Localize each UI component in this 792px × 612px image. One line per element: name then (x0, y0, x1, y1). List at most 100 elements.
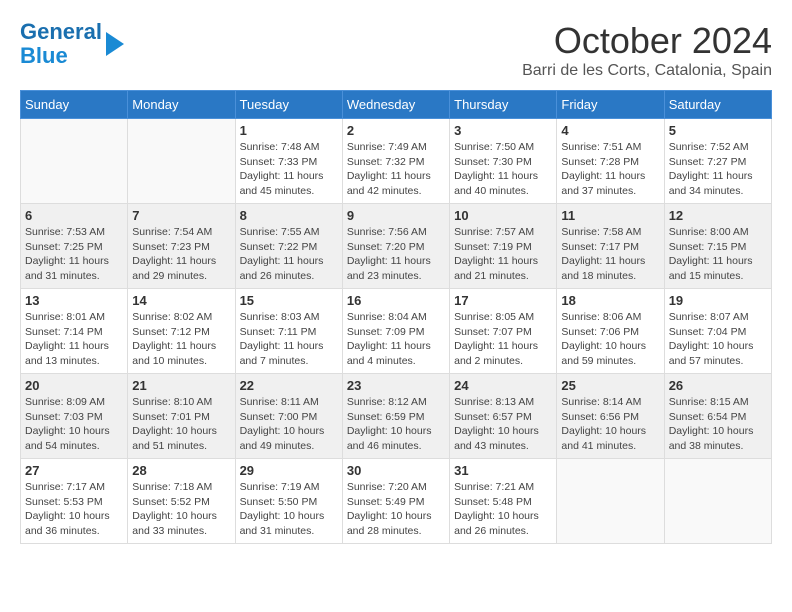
day-detail: Sunrise: 8:03 AMSunset: 7:11 PMDaylight:… (240, 310, 338, 369)
day-detail: Sunrise: 7:51 AMSunset: 7:28 PMDaylight:… (561, 140, 659, 199)
table-row: 13 Sunrise: 8:01 AMSunset: 7:14 PMDayligh… (21, 289, 128, 374)
table-row: 10 Sunrise: 7:57 AMSunset: 7:19 PMDayligh… (450, 204, 557, 289)
day-detail: Sunrise: 8:09 AMSunset: 7:03 PMDaylight:… (25, 395, 123, 454)
header-thursday: Thursday (450, 91, 557, 119)
calendar-week-row: 27Sunrise: 7:17 AMSunset: 5:53 PMDayligh… (21, 459, 772, 544)
table-row: 6Sunrise: 7:53 AMSunset: 7:25 PMDaylight… (21, 204, 128, 289)
header-monday: Monday (128, 91, 235, 119)
day-detail: Sunrise: 7:49 AMSunset: 7:32 PMDaylight:… (347, 140, 445, 199)
table-row (557, 459, 664, 544)
day-number: 29 (240, 463, 338, 478)
day-detail: Sunrise: 8:02 AMSunset: 7:12 PMDaylight:… (132, 310, 230, 369)
day-number: 30 (347, 463, 445, 478)
table-row: 30 Sunrise: 7:20 AMSunset: 5:49 PMDayligh… (342, 459, 449, 544)
day-detail: Sunrise: 8:13 AMSunset: 6:57 PMDaylight:… (454, 395, 552, 454)
day-number: 10 (454, 208, 552, 223)
day-number: 1 (240, 123, 338, 138)
header-tuesday: Tuesday (235, 91, 342, 119)
day-number: 25 (561, 378, 659, 393)
day-detail: Sunrise: 7:20 AMSunset: 5:49 PMDaylight:… (347, 480, 445, 539)
location-label: Barri de les Corts, Catalonia, Spain (522, 62, 772, 80)
calendar-week-row: 13 Sunrise: 8:01 AMSunset: 7:14 PMDayligh… (21, 289, 772, 374)
day-number: 28 (132, 463, 230, 478)
table-row: 14 Sunrise: 8:02 AMSunset: 7:12 PMDayligh… (128, 289, 235, 374)
table-row: 5 Sunrise: 7:52 AMSunset: 7:27 PMDaylight… (664, 119, 771, 204)
day-number: 14 (132, 293, 230, 308)
table-row: 21 Sunrise: 8:10 AMSunset: 7:01 PMDayligh… (128, 374, 235, 459)
table-row: 16 Sunrise: 8:04 AMSunset: 7:09 PMDayligh… (342, 289, 449, 374)
day-detail: Sunrise: 7:58 AMSunset: 7:17 PMDaylight:… (561, 225, 659, 284)
day-detail: Sunrise: 8:06 AMSunset: 7:06 PMDaylight:… (561, 310, 659, 369)
day-number: 16 (347, 293, 445, 308)
day-detail: Sunrise: 7:19 AMSunset: 5:50 PMDaylight:… (240, 480, 338, 539)
day-number: 12 (669, 208, 767, 223)
table-row: 25 Sunrise: 8:14 AMSunset: 6:56 PMDayligh… (557, 374, 664, 459)
day-detail: Sunrise: 7:57 AMSunset: 7:19 PMDaylight:… (454, 225, 552, 284)
table-row (664, 459, 771, 544)
table-row: 17 Sunrise: 8:05 AMSunset: 7:07 PMDayligh… (450, 289, 557, 374)
day-detail: Sunrise: 7:55 AMSunset: 7:22 PMDaylight:… (240, 225, 338, 284)
day-detail: Sunrise: 8:12 AMSunset: 6:59 PMDaylight:… (347, 395, 445, 454)
table-row: 27Sunrise: 7:17 AMSunset: 5:53 PMDayligh… (21, 459, 128, 544)
day-number: 2 (347, 123, 445, 138)
table-row: 7Sunrise: 7:54 AMSunset: 7:23 PMDaylight… (128, 204, 235, 289)
table-row: 29 Sunrise: 7:19 AMSunset: 5:50 PMDayligh… (235, 459, 342, 544)
table-row: 19Sunrise: 8:07 AMSunset: 7:04 PMDayligh… (664, 289, 771, 374)
day-detail: Sunrise: 8:11 AMSunset: 7:00 PMDaylight:… (240, 395, 338, 454)
title-block: October 2024 Barri de les Corts, Catalon… (522, 20, 772, 80)
day-number: 24 (454, 378, 552, 393)
day-detail: Sunrise: 8:15 AMSunset: 6:54 PMDaylight:… (669, 395, 767, 454)
day-detail: Sunrise: 7:52 AMSunset: 7:27 PMDaylight:… (669, 140, 767, 199)
day-number: 13 (25, 293, 123, 308)
table-row: 15Sunrise: 8:03 AMSunset: 7:11 PMDayligh… (235, 289, 342, 374)
table-row: 11 Sunrise: 7:58 AMSunset: 7:17 PMDayligh… (557, 204, 664, 289)
page-header: GeneralBlue October 2024 Barri de les Co… (20, 20, 772, 80)
table-row: 3Sunrise: 7:50 AMSunset: 7:30 PMDaylight… (450, 119, 557, 204)
day-number: 21 (132, 378, 230, 393)
logo-text: GeneralBlue (20, 20, 102, 68)
table-row: 23 Sunrise: 8:12 AMSunset: 6:59 PMDayligh… (342, 374, 449, 459)
day-number: 11 (561, 208, 659, 223)
day-number: 17 (454, 293, 552, 308)
day-number: 5 (669, 123, 767, 138)
header-wednesday: Wednesday (342, 91, 449, 119)
day-detail: Sunrise: 7:56 AMSunset: 7:20 PMDaylight:… (347, 225, 445, 284)
day-number: 26 (669, 378, 767, 393)
day-number: 20 (25, 378, 123, 393)
logo: GeneralBlue (20, 20, 124, 68)
table-row: 22 Sunrise: 8:11 AMSunset: 7:00 PMDayligh… (235, 374, 342, 459)
header-row: Sunday Monday Tuesday Wednesday Thursday… (21, 91, 772, 119)
calendar-week-row: 20 Sunrise: 8:09 AMSunset: 7:03 PMDayligh… (21, 374, 772, 459)
day-number: 8 (240, 208, 338, 223)
table-row: 18 Sunrise: 8:06 AMSunset: 7:06 PMDayligh… (557, 289, 664, 374)
day-number: 9 (347, 208, 445, 223)
day-number: 18 (561, 293, 659, 308)
day-number: 23 (347, 378, 445, 393)
day-detail: Sunrise: 8:14 AMSunset: 6:56 PMDaylight:… (561, 395, 659, 454)
day-number: 22 (240, 378, 338, 393)
day-detail: Sunrise: 8:01 AMSunset: 7:14 PMDaylight:… (25, 310, 123, 369)
day-detail: Sunrise: 7:53 AMSunset: 7:25 PMDaylight:… (25, 225, 123, 284)
table-row (21, 119, 128, 204)
day-number: 19 (669, 293, 767, 308)
header-saturday: Saturday (664, 91, 771, 119)
day-detail: Sunrise: 8:10 AMSunset: 7:01 PMDaylight:… (132, 395, 230, 454)
table-row (128, 119, 235, 204)
day-detail: Sunrise: 7:50 AMSunset: 7:30 PMDaylight:… (454, 140, 552, 199)
day-detail: Sunrise: 7:48 AMSunset: 7:33 PMDaylight:… (240, 140, 338, 199)
day-detail: Sunrise: 8:05 AMSunset: 7:07 PMDaylight:… (454, 310, 552, 369)
day-number: 4 (561, 123, 659, 138)
table-row: 9 Sunrise: 7:56 AMSunset: 7:20 PMDaylight… (342, 204, 449, 289)
table-row: 26 Sunrise: 8:15 AMSunset: 6:54 PMDayligh… (664, 374, 771, 459)
table-row: 28Sunrise: 7:18 AMSunset: 5:52 PMDayligh… (128, 459, 235, 544)
table-row: 2 Sunrise: 7:49 AMSunset: 7:32 PMDaylight… (342, 119, 449, 204)
day-detail: Sunrise: 7:17 AMSunset: 5:53 PMDaylight:… (25, 480, 123, 539)
table-row: 24 Sunrise: 8:13 AMSunset: 6:57 PMDayligh… (450, 374, 557, 459)
day-number: 31 (454, 463, 552, 478)
day-detail: Sunrise: 8:04 AMSunset: 7:09 PMDaylight:… (347, 310, 445, 369)
table-row: 12Sunrise: 8:00 AMSunset: 7:15 PMDayligh… (664, 204, 771, 289)
month-title: October 2024 (522, 20, 772, 62)
table-row: 31 Sunrise: 7:21 AMSunset: 5:48 PMDayligh… (450, 459, 557, 544)
day-detail: Sunrise: 7:21 AMSunset: 5:48 PMDaylight:… (454, 480, 552, 539)
day-number: 7 (132, 208, 230, 223)
